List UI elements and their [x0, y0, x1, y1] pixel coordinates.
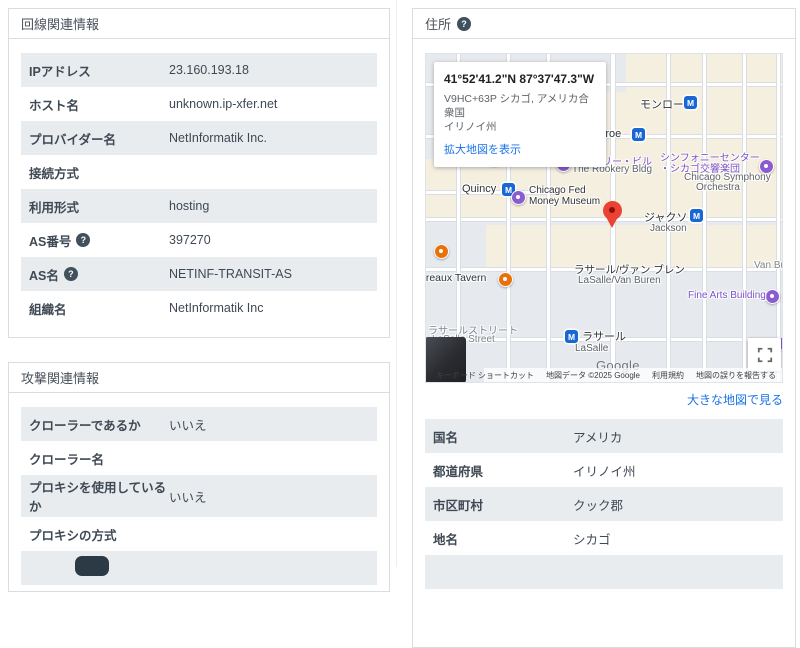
terms-link[interactable]: 利用規約 — [652, 370, 684, 381]
help-icon[interactable]: ? — [457, 17, 471, 31]
restaurant-poi-icon[interactable] — [434, 244, 449, 259]
row-value: イリノイ州 — [573, 461, 636, 480]
coordinates-text: 41°52'41.2"N 87°37'47.3"W — [444, 72, 596, 86]
help-icon[interactable]: ? — [64, 267, 78, 281]
map-label-fed-1: Chicago Fed — [529, 185, 586, 196]
row-value: いいえ — [169, 415, 207, 434]
table-row: IPアドレス 23.160.193.18 — [21, 53, 377, 87]
table-row: クローラー名 — [21, 441, 377, 475]
map-marker-pin[interactable] — [603, 201, 622, 220]
table-row: プロバイダー名 NetInformatik Inc. — [21, 121, 377, 155]
table-row: 利用形式 hosting — [21, 189, 377, 223]
transit-icon[interactable]: M — [684, 96, 697, 109]
row-label: 都道府県 — [433, 461, 573, 480]
map-label-jackson-en: Jackson — [650, 223, 687, 234]
attack-info-title: 攻撃関連情報 — [21, 368, 99, 387]
row-label: プロキシの方式 — [29, 525, 169, 544]
map-label-lasalle-jp: ラサール — [582, 328, 626, 344]
museum-poi-icon[interactable] — [511, 190, 526, 205]
expand-map-link[interactable]: 拡大地図を表示 — [444, 141, 521, 157]
table-row: AS名 ? NETINF-TRANSIT-AS — [21, 257, 377, 291]
attack-info-panel: 攻撃関連情報 クローラーであるか いいえ クローラー名 プロキシを使用しているか… — [8, 362, 390, 592]
cutoff-dark-element — [75, 556, 109, 576]
table-row: プロキシの方式 — [21, 517, 377, 551]
attack-info-header: 攻撃関連情報 — [9, 363, 389, 393]
help-icon[interactable]: ? — [76, 233, 90, 247]
map-label-fed-2: Money Museum — [529, 196, 600, 207]
row-label: ホスト名 — [29, 95, 169, 114]
table-row: 組織名 NetInformatik Inc — [21, 291, 377, 325]
map-label-lasalle-en: LaSalle — [575, 343, 608, 354]
row-label: クローラーであるか — [29, 415, 169, 434]
map-label-symphony-en2: Orchestra — [696, 182, 740, 193]
map-label-tavern: ureaux Tavern — [425, 272, 486, 284]
map-label-monroe-jp: モンロー — [640, 96, 684, 112]
row-value: アメリカ — [573, 427, 622, 446]
row-value: 397270 — [169, 233, 211, 247]
row-value: NetInformatik Inc. — [169, 131, 267, 145]
map-data-text: 地図データ ©2025 Google — [546, 370, 640, 381]
map-attribution: キーボード ショートカット 地図データ ©2025 Google 利用規約 地図… — [484, 368, 782, 382]
row-value: シカゴ — [573, 529, 611, 548]
table-row: 地名 シカゴ — [425, 521, 783, 555]
map-info-card: 41°52'41.2"N 87°37'47.3"W V9HC+63P シカゴ, … — [434, 62, 606, 167]
address-panel: 住所 ? モンロー M — [412, 8, 796, 648]
fullscreen-button[interactable] — [748, 338, 781, 371]
row-value: NETINF-TRANSIT-AS — [169, 267, 292, 281]
table-row: ホスト名 unknown.ip-xfer.net — [21, 87, 377, 121]
row-label: クローラー名 — [29, 449, 169, 468]
address-line-2: イリノイ州 — [444, 120, 596, 134]
keyboard-shortcuts-button[interactable]: キーボード ショートカット — [436, 370, 534, 381]
row-value: 23.160.193.18 — [169, 63, 249, 77]
row-label: 接続方式 — [29, 163, 169, 182]
table-row: 市区町村 クック郡 — [425, 487, 783, 521]
row-label: 国名 — [433, 427, 573, 446]
line-info-title: 回線関連情報 — [21, 14, 99, 33]
transit-icon[interactable]: M — [690, 209, 703, 222]
address-header: 住所 ? — [413, 9, 795, 39]
tavern-poi-icon[interactable] — [498, 272, 513, 287]
fullscreen-icon — [757, 347, 773, 363]
row-label: IPアドレス — [29, 61, 169, 80]
row-label: AS名 ? — [29, 265, 169, 284]
row-label: 地名 — [433, 529, 573, 548]
row-label: 市区町村 — [433, 495, 573, 514]
map-road — [776, 54, 781, 383]
report-error-link[interactable]: 地図の誤りを報告する — [696, 370, 776, 381]
row-label: AS番号 ? — [29, 231, 169, 250]
row-value: hosting — [169, 199, 209, 213]
row-label: プロキシを使用しているか — [29, 477, 169, 515]
fine-arts-poi-icon[interactable] — [765, 289, 780, 304]
line-info-header: 回線関連情報 — [9, 9, 389, 39]
table-row: クローラーであるか いいえ — [21, 407, 377, 441]
google-map[interactable]: モンロー M Monroe M Quincy M ジャクソン M Jackson… — [425, 53, 783, 383]
row-label: 利用形式 — [29, 197, 169, 216]
transit-icon[interactable]: M — [565, 330, 578, 343]
map-label-van-buren: Van Bur — [754, 260, 783, 271]
row-value: クック郡 — [573, 495, 623, 514]
map-road — [426, 217, 783, 222]
map-label-fine-arts: Fine Arts Building — [688, 290, 766, 301]
map-label-quincy: Quincy — [462, 183, 496, 195]
address-title: 住所 — [425, 14, 451, 33]
row-value: unknown.ip-xfer.net — [169, 97, 277, 111]
row-value: NetInformatik Inc — [169, 301, 263, 315]
line-info-panel: 回線関連情報 IPアドレス 23.160.193.18 ホスト名 unknown… — [8, 8, 390, 338]
address-line-1: V9HC+63P シカゴ, アメリカ合衆国 — [444, 92, 596, 120]
table-row-partial — [425, 555, 783, 589]
table-row: 都道府県 イリノイ州 — [425, 453, 783, 487]
view-larger-map-link[interactable]: 大きな地図で見る — [687, 393, 783, 407]
table-row: AS番号 ? 397270 — [21, 223, 377, 257]
panel-divider — [396, 0, 397, 567]
transit-icon[interactable]: M — [632, 128, 645, 141]
table-row: 国名 アメリカ — [425, 419, 783, 453]
row-label: 組織名 — [29, 299, 169, 318]
row-label: プロバイダー名 — [29, 129, 169, 148]
map-road — [742, 54, 747, 383]
map-label-lasalle-vanburen-en: LaSalle/Van Buren — [578, 275, 661, 286]
table-row: 接続方式 — [21, 155, 377, 189]
row-value: いいえ — [169, 487, 207, 506]
table-row: プロキシを使用しているか いいえ — [21, 475, 377, 517]
